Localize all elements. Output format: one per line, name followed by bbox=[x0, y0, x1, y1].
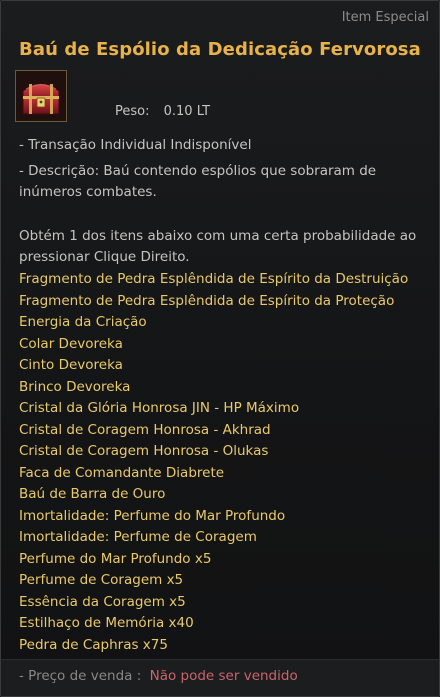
reward-item: Perfume do Mar Profundo x5 bbox=[19, 550, 212, 567]
weight-label: Peso: bbox=[115, 104, 150, 119]
reward-item: Energia da Criação bbox=[19, 314, 147, 330]
weight-value: 0.10 LT bbox=[163, 104, 211, 119]
item-tooltip: Item Especial Baú de Espólio da Dedicaçã… bbox=[0, 0, 440, 697]
item-description: - Descrição: Baú contendo espólios que s… bbox=[19, 163, 377, 200]
reward-item: Imortalidade: Perfume de Coragem bbox=[19, 529, 257, 545]
usage-info: Obtém 1 dos itens abaixo com uma certa p… bbox=[19, 228, 417, 265]
sell-price: - Preço de venda : Não pode ser vendido bbox=[19, 668, 298, 684]
reward-item: Cristal da Glória Honrosa JIN - HP Máxim… bbox=[19, 400, 300, 416]
item-weight: Peso: 0.10 LT bbox=[115, 104, 210, 119]
reward-item: Fragmento de Pedra Esplêndida de Espírit… bbox=[19, 292, 395, 309]
reward-item: Faca de Comandante Diabrete bbox=[19, 464, 225, 481]
trade-info: - Transação Individual Indisponível bbox=[19, 137, 252, 153]
sell-price-value: Não pode ser vendido bbox=[149, 668, 298, 684]
reward-item: Cinto Devoreka bbox=[19, 357, 123, 373]
reward-item: Essência da Coragem x5 bbox=[19, 593, 186, 610]
item-title: Baú de Espólio da Dedicação Fervorosa bbox=[19, 39, 421, 60]
sell-price-bar: - Preço de venda : Não pode ser vendido bbox=[1, 659, 439, 696]
sell-price-label: - Preço de venda : bbox=[19, 668, 142, 684]
reward-item: Estilhaço de Memória x40 bbox=[19, 615, 194, 631]
reward-item: Cristal de Coragem Honrosa - Akhrad bbox=[19, 421, 271, 438]
reward-item: Fragmento de Pedra Esplêndida de Espírit… bbox=[19, 271, 409, 287]
reward-item: Cristal de Coragem Honrosa - Olukas bbox=[19, 443, 269, 459]
reward-item: Imortalidade: Perfume do Mar Profundo bbox=[19, 507, 286, 524]
reward-item: Brinco Devoreka bbox=[19, 378, 131, 395]
reward-item: Perfume de Coragem x5 bbox=[19, 572, 184, 588]
reward-item: Pedra de Caphras x75 bbox=[19, 636, 168, 653]
item-category: Item Especial bbox=[341, 10, 429, 25]
reward-list: Fragmento de Pedra Esplêndida de Espírit… bbox=[19, 269, 437, 656]
reward-item: Baú de Barra de Ouro bbox=[19, 486, 166, 502]
treasure-chest-icon bbox=[15, 70, 67, 122]
reward-item: Colar Devoreka bbox=[19, 335, 123, 352]
